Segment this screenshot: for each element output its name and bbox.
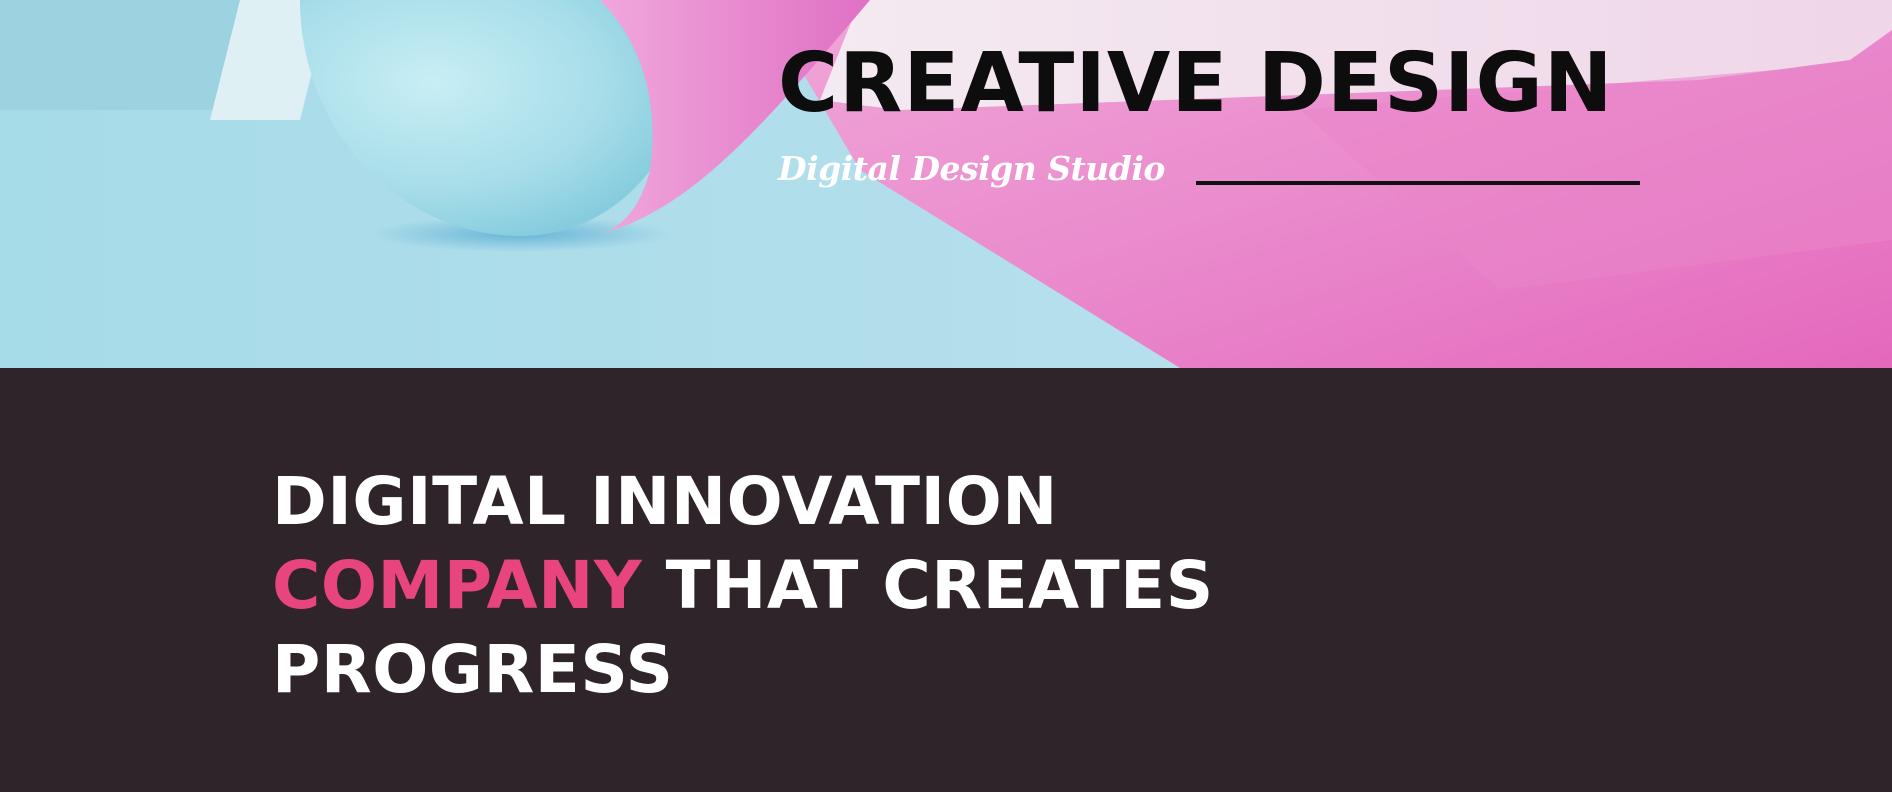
headline-line-1: DIGITAL INNOVATION (272, 463, 1058, 540)
headline-accent-word: COMPANY (272, 547, 643, 624)
intro-section: DIGITAL INNOVATION COMPANY THAT CREATES … (0, 368, 1892, 792)
page: CREATIVE DESIGN Digital Design Studio DI… (0, 0, 1892, 792)
hero-title: CREATIVE DESIGN (778, 36, 1614, 131)
hero-banner: CREATIVE DESIGN Digital Design Studio (0, 0, 1892, 368)
headline-line-2: THAT CREATES (642, 547, 1214, 624)
headline-line-3: PROGRESS (272, 631, 674, 708)
main-headline: DIGITAL INNOVATION COMPANY THAT CREATES … (272, 460, 1214, 712)
hero-subtitle: Digital Design Studio (778, 149, 1165, 188)
hero-divider-line (1196, 181, 1640, 185)
